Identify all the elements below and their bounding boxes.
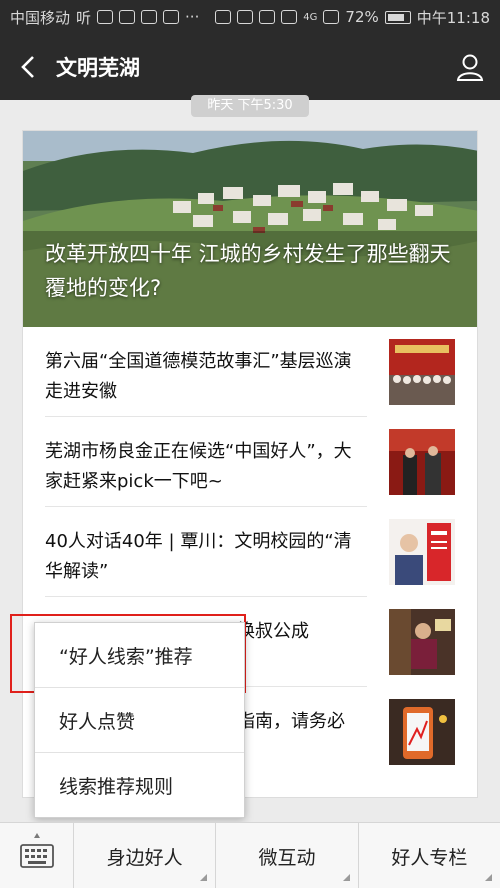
page-title: 文明芜湖 [56,56,140,80]
carrier-label: 中国移动 [10,8,71,27]
caret-up-icon [34,833,40,838]
submenu-indicator-icon [342,874,350,881]
menu-item-good-person-tip[interactable]: “好人线索”推荐 [35,623,244,688]
vibrate-icon [215,10,232,24]
network-label: 4G [303,11,318,23]
back-button[interactable] [0,34,56,100]
menu-button-nearby-good-people[interactable]: 身边好人 [74,823,217,888]
menu-button-interaction[interactable]: 微互动 [216,823,359,888]
telegram-icon [97,10,114,24]
keyboard-toggle-button[interactable] [0,823,74,888]
article-thumbnail [389,699,455,765]
hero-title: 改革开放四十年 江城的乡村发生了那些翻天覆地的变化? [45,242,451,300]
article-title: 40人对话40年 | 覃川：文明校园的“清华解读” [45,531,352,582]
wifi-icon [281,10,298,24]
menu-item-good-person-like[interactable]: 好人点赞 [35,688,244,753]
keyboard-icon [19,844,54,868]
menu-button-label: 好人专栏 [391,846,468,869]
play-icon [163,10,180,24]
submenu-indicator-icon [200,874,208,881]
article-item[interactable]: 芜湖市杨良金正在候选“中国好人”，大家赶紧来pick一下吧~ [23,417,477,507]
person-icon [456,54,484,81]
hero-article[interactable]: 改革开放四十年 江城的乡村发生了那些翻天覆地的变化? [23,131,477,327]
profile-button[interactable] [440,34,500,100]
menu-button-label: 身边好人 [106,846,183,869]
wallet-icon [119,10,136,24]
signal-icon [323,10,340,24]
battery-icon [384,10,411,24]
image-icon [141,10,158,24]
article-thumbnail [389,609,455,675]
article-item[interactable]: 第六届“全国道德模范故事汇”基层巡演走进安徽 [23,327,477,417]
article-title: 换叔公成 [237,621,309,642]
menu-item-tip-rules[interactable]: 线索推荐规则 [35,753,244,818]
article-thumbnail [389,339,455,405]
header: 文明芜湖 [0,34,500,100]
hd-icon [259,10,276,24]
submenu-popup: “好人线索”推荐 好人点赞 线索推荐规则 [34,622,245,818]
menu-button-good-people-column[interactable]: 好人专栏 [359,823,500,888]
article-title: 第六届“全国道德模范故事汇”基层巡演走进安徽 [45,351,352,402]
more-notifications: ··· [185,8,200,26]
article-item[interactable]: 40人对话40年 | 覃川：文明校园的“清华解读” [23,507,477,597]
bottom-menu: 身边好人 微互动 好人专栏 [0,822,500,888]
chevron-left-icon [21,56,34,78]
message-timestamp: 昨天 下午5:30 [191,95,309,117]
menu-button-label: 微互动 [258,846,316,869]
article-title: 芜湖市杨良金正在候选“中国好人”，大家赶紧来pick一下吧~ [45,441,352,492]
submenu-indicator-icon [484,874,492,881]
battery-percent: 72% [345,8,379,26]
carrier-extra-label: 听 [76,8,92,27]
alarm-icon [237,10,254,24]
status-bar: 中国移动 听 ··· 4G 72% 中午11:18 [0,0,500,34]
article-thumbnail [389,519,455,585]
article-title: 指南，请务必 [237,711,345,732]
article-thumbnail [389,429,455,495]
clock: 中午11:18 [416,8,490,27]
